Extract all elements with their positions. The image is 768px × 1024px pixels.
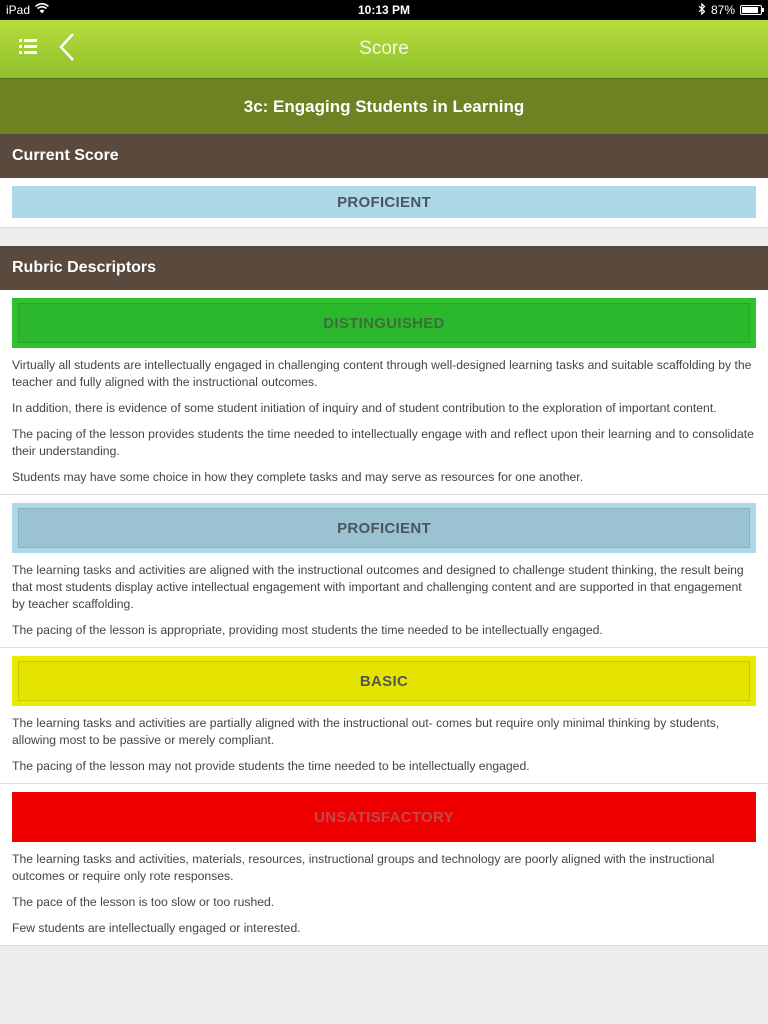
current-score-value: PROFICIENT	[12, 186, 756, 218]
descriptor-text: The learning tasks and activities, mater…	[12, 852, 715, 883]
current-score-box: PROFICIENT	[0, 178, 768, 228]
bluetooth-icon	[698, 2, 706, 18]
level-descriptors: The learning tasks and activities are pa…	[12, 715, 756, 775]
menu-list-button[interactable]	[14, 35, 42, 63]
section-spacer	[0, 228, 768, 246]
rubric-level-distinguished: DISTINGUISHED Virtually all students are…	[0, 290, 768, 495]
battery-percent: 87%	[710, 3, 735, 17]
descriptor-text: The pace of the lesson is too slow or to…	[12, 895, 275, 909]
level-descriptors: Virtually all students are intellectuall…	[12, 357, 756, 486]
wifi-icon	[35, 3, 49, 17]
nav-bar: Score	[0, 20, 768, 78]
descriptor-text: The learning tasks and activities are al…	[12, 563, 744, 611]
descriptor-text: The pacing of the lesson is appropriate,…	[12, 623, 603, 637]
status-bar: iPad 10:13 PM 87%	[0, 0, 768, 20]
descriptor-text: Students may have some choice in how the…	[12, 470, 584, 484]
rubric-level-unsatisfactory: UNSATISFACTORY The learning tasks and ac…	[0, 784, 768, 946]
device-name: iPad	[6, 3, 31, 17]
status-right: 87%	[698, 2, 764, 18]
status-time: 10:13 PM	[357, 3, 411, 17]
nav-title: Score	[359, 38, 409, 59]
basic-button[interactable]: BASIC	[18, 661, 750, 701]
descriptor-text: The pacing of the lesson provides studen…	[12, 427, 754, 458]
descriptor-text: In addition, there is evidence of some s…	[12, 401, 717, 415]
level-descriptors: The learning tasks and activities, mater…	[12, 851, 756, 937]
level-button-frame: BASIC	[12, 656, 756, 706]
rubric-level-proficient: PROFICIENT The learning tasks and activi…	[0, 495, 768, 648]
level-button-frame: PROFICIENT	[12, 503, 756, 553]
rubric-level-basic: BASIC The learning tasks and activities …	[0, 648, 768, 784]
level-button-frame: UNSATISFACTORY	[12, 792, 756, 842]
rubric-header: Rubric Descriptors	[0, 246, 768, 290]
battery-fill	[742, 7, 758, 13]
chevron-left-icon	[59, 32, 75, 67]
section-title: 3c: Engaging Students in Learning	[0, 78, 768, 134]
descriptor-text: The pacing of the lesson may not provide…	[12, 759, 530, 773]
descriptor-text: Few students are intellectually engaged …	[12, 921, 301, 935]
distinguished-button[interactable]: DISTINGUISHED	[18, 303, 750, 343]
descriptor-text: The learning tasks and activities are pa…	[12, 716, 720, 747]
descriptor-text: Virtually all students are intellectuall…	[12, 358, 752, 389]
back-button[interactable]	[54, 31, 80, 67]
battery-icon	[740, 5, 764, 15]
current-score-header: Current Score	[0, 134, 768, 178]
level-button-frame: DISTINGUISHED	[12, 298, 756, 348]
proficient-button[interactable]: PROFICIENT	[18, 508, 750, 548]
list-icon	[19, 39, 37, 59]
level-descriptors: The learning tasks and activities are al…	[12, 562, 756, 639]
unsatisfactory-button[interactable]: UNSATISFACTORY	[18, 797, 750, 837]
status-left: iPad	[6, 3, 49, 17]
